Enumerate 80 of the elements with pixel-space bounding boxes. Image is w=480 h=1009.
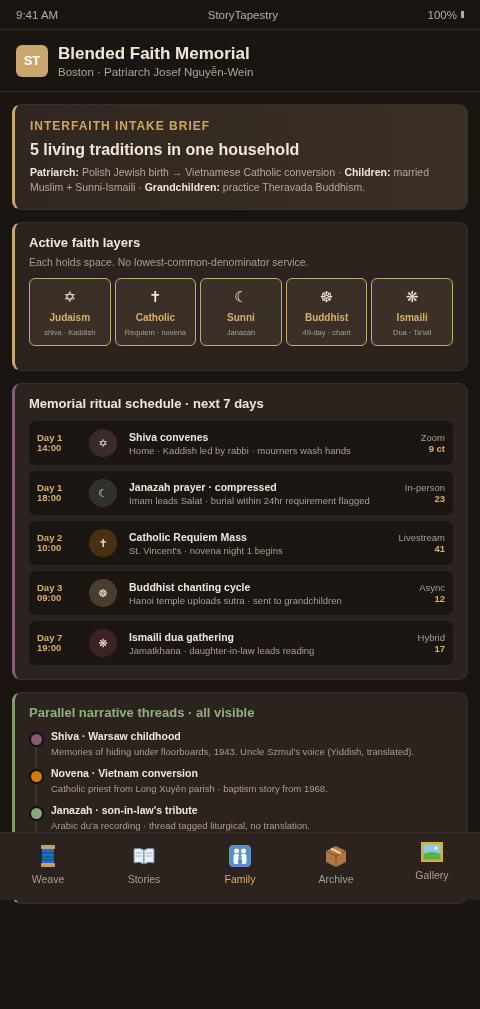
attendee-count: 23 (434, 493, 445, 505)
brief-eyebrow: INTERFAITH INTAKE BRIEF (30, 119, 212, 133)
nav-tab[interactable]: Gallery (392, 841, 472, 881)
attendance-mode: Hybrid (417, 632, 445, 644)
picture-frame-icon (421, 841, 443, 863)
schedule-row[interactable]: Day 2 10:00 ✝ Catholic Requiem Mass St. Vincent's · novena night 1 begins Livestream 41 (29, 521, 453, 566)
ritual-title: Janazah prayer · compressed (129, 480, 278, 493)
attendee-count: 12 (434, 593, 445, 605)
ritual-icon: ❋ (89, 629, 117, 658)
nav-tab[interactable]: Weave (8, 845, 88, 885)
schedule-row[interactable]: Day 7 19:00 ❋ Ismaili dua gathering Jamatkhana · daughter-in-law leads reading Hybrid 17 (29, 621, 453, 666)
ritual-detail: Imam leads Salat · burial within 24hr requirement flagged (129, 494, 371, 507)
ritual-icon: ☾ (89, 479, 117, 508)
ritual-detail: Home · Kaddish led by rabbi · mourners wash hands (129, 444, 352, 457)
schedule-row[interactable]: Day 3 09:00 ☸ Buddhist chanting cycle Hanoi temple uploads sutra · sent to grandchildren Async 12 (29, 571, 453, 616)
schedule-day: Day 3 (37, 582, 89, 594)
schedule-time: 19:00 (37, 643, 63, 655)
schedule-day: Day 2 (37, 532, 89, 544)
ritual-title: Catholic Requiem Mass (129, 530, 248, 543)
attendance-mode: Livestream (398, 532, 445, 544)
ritual-title: Shiva convenes (129, 430, 210, 443)
schedule-row[interactable]: Day 1 18:00 ☾ Janazah prayer · compressed Imam leads Salat · burial within 24hr requirement flagged In-person 23 (29, 471, 453, 516)
ritual-icon: ✝ (89, 529, 117, 558)
nav-tab[interactable]: Stories (104, 845, 184, 885)
battery-icon (461, 11, 464, 18)
ritual-icon: ☸ (89, 579, 117, 608)
ritual-detail: St. Vincent's · novena night 1 begins (129, 544, 284, 557)
schedule-time: 10:00 (37, 543, 63, 555)
faith-symbol-icon: ✝ (149, 288, 162, 307)
schedule-row[interactable]: Day 1 14:00 ✡ Shiva convenes Home · Kaddish led by rabbi · mourners wash hands Zoom 9 ct (29, 421, 453, 466)
brief-text: Patriarch: Polish Jewish birth → Vietnamese Catholic conversion · Children: married Muslim + Sunni-Ismaili · Grandchildren: practice Theravada Buddhism. (30, 165, 430, 196)
faith-name: Sunni (227, 312, 255, 324)
faith-name: Buddhist (304, 312, 349, 324)
card-subtitle: Each holds space. No lowest-common-denominator service. (29, 256, 310, 269)
page-title: Blended Faith Memorial (58, 43, 251, 64)
ritual-detail: Jamatkhana · daughter-in-law leads reading (129, 644, 316, 657)
faith-name: Ismaili (396, 312, 428, 324)
faith-symbol-icon: ❋ (405, 288, 419, 307)
attendee-count: 9 ct (428, 443, 445, 455)
status-time: 9:41 AM (16, 8, 59, 21)
schedule-time: 09:00 (37, 593, 63, 605)
spool-icon (39, 845, 57, 867)
schedule-day: Day 1 (37, 482, 89, 494)
attendee-count: 17 (434, 643, 445, 655)
faith-symbol-icon: ✡ (63, 288, 77, 307)
thread-title[interactable]: Novena · Vietnam conversion (51, 767, 328, 780)
schedule-time: 14:00 (37, 443, 63, 455)
thread-detail: Arabic du'a recording · thread tagged liturgical, no translation. (51, 818, 310, 833)
battery-level: 100% (427, 8, 457, 21)
thread-detail: Memories of hiding under floorboards, 1943. Uncle Szmul's voice (Yiddish, translated). (51, 745, 415, 760)
nav-tab[interactable]: Archive (296, 845, 376, 885)
book-icon (133, 845, 155, 867)
thread-title[interactable]: Janazah · son-in-law's tribute (51, 803, 310, 816)
ritual-detail: Hanoi temple uploads sutra · sent to grandchildren (129, 594, 343, 607)
faith-name: Judaism (49, 312, 91, 324)
thread-detail: Catholic priest from Long Xuyên parish · baptism story from 1968. (51, 782, 328, 796)
ritual-title: Buddhist chanting cycle (129, 580, 252, 593)
thread-title[interactable]: Shiva · Warsaw childhood (51, 730, 415, 743)
faith-name: Catholic (135, 312, 176, 324)
faith-symbol-icon: ☾ (234, 288, 248, 307)
app-name: StoryTapestry (207, 8, 279, 21)
attendance-mode: In-person (404, 482, 445, 494)
ritual-title: Ismaili dua gathering (129, 630, 236, 643)
attendee-count: 41 (434, 543, 445, 555)
family-icon (229, 845, 251, 867)
card-title: Memorial ritual schedule · next 7 days (29, 396, 265, 412)
schedule-day: Day 7 (37, 632, 89, 644)
page-subtitle: Boston · Patriarch Josef Nguyễn-Wein (58, 65, 254, 78)
attendance-mode: Zoom (420, 432, 445, 444)
faith-symbol-icon: ☸ (319, 288, 334, 307)
schedule-time: 18:00 (37, 493, 63, 505)
app-logo: ST (16, 44, 48, 77)
ritual-icon: ✡ (89, 429, 117, 458)
brief-title: 5 living traditions in one household (30, 141, 301, 159)
schedule-day: Day 1 (37, 432, 89, 444)
nav-tab[interactable]: Family (200, 845, 280, 885)
attendance-mode: Async (419, 582, 445, 594)
card-title: Active faith layers (29, 235, 142, 251)
card-title: Parallel narrative threads · all visible (29, 705, 256, 721)
box-icon (325, 845, 347, 867)
